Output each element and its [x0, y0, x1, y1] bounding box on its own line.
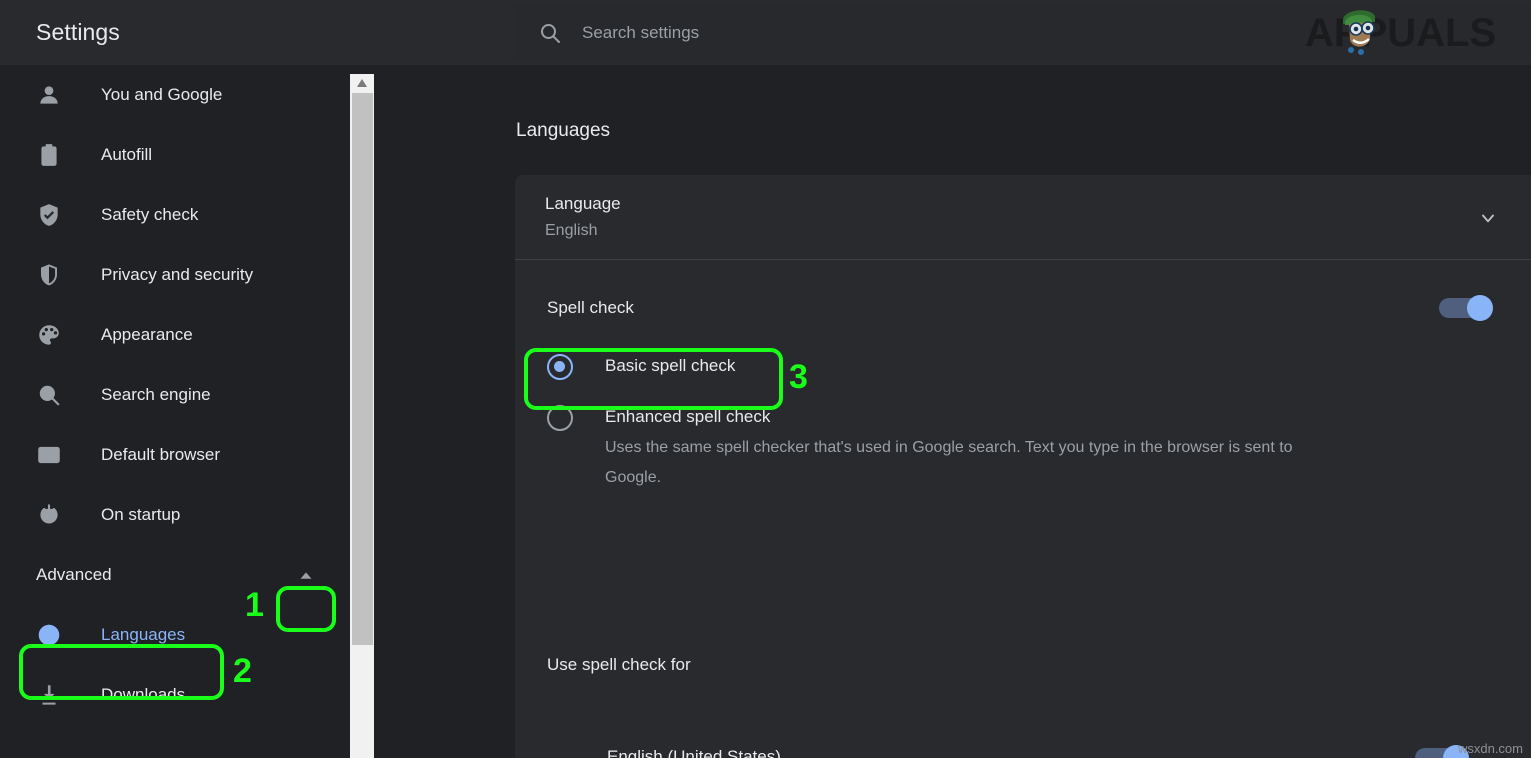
footer-watermark: wsxdn.com	[1458, 741, 1523, 756]
enhanced-spell-check-option[interactable]: Enhanced spell check Uses the same spell…	[515, 404, 1531, 493]
shield-half-icon	[36, 262, 62, 288]
spell-check-toggle[interactable]	[1439, 295, 1495, 321]
search-bar[interactable]	[514, 4, 1531, 61]
advanced-label: Advanced	[36, 565, 112, 585]
sidebar-item-label: You and Google	[101, 85, 222, 105]
toggle-knob	[1467, 295, 1493, 321]
basic-spell-check-option[interactable]: Basic spell check	[515, 353, 1531, 380]
languages-heading: Languages	[516, 120, 610, 142]
sidebar-item-label: Autofill	[101, 145, 152, 165]
chevron-up-icon	[295, 565, 317, 587]
use-spell-check-for-label: Use spell check for	[547, 655, 691, 675]
magnifier-icon	[36, 382, 62, 408]
shield-check-icon	[36, 202, 62, 228]
sidebar-item-you-and-google[interactable]: You and Google	[0, 65, 348, 125]
person-icon	[36, 82, 62, 108]
clipboard-icon	[36, 142, 62, 168]
sidebar-item-label: Languages	[101, 625, 185, 645]
sidebar-item-label: Appearance	[101, 325, 193, 345]
advanced-collapse-chevron[interactable]	[276, 561, 336, 591]
enhanced-spell-check-text: Enhanced spell check Uses the same spell…	[605, 404, 1295, 493]
language-row-value: English	[545, 222, 621, 240]
spell-check-label: Spell check	[547, 298, 634, 318]
top-bar-left: Settings	[0, 0, 514, 65]
sidebar-item-search-engine[interactable]: Search engine	[0, 365, 348, 425]
sidebar-item-default-browser[interactable]: Default browser	[0, 425, 348, 485]
spell-language-label: English (United States)	[607, 747, 781, 758]
basic-spell-check-text: Basic spell check	[605, 353, 735, 379]
browser-window-icon	[36, 442, 62, 468]
triangle-up-icon	[356, 78, 368, 88]
search-input[interactable]	[582, 23, 1182, 43]
sidebar-item-appearance[interactable]: Appearance	[0, 305, 348, 365]
sidebar-item-label: Default browser	[101, 445, 220, 465]
sidebar-item-label: Search engine	[101, 385, 211, 405]
sidebar-scrollbar[interactable]	[350, 74, 374, 758]
page-title: Settings	[36, 19, 120, 46]
scrollbar-thumb[interactable]	[352, 93, 373, 645]
language-row-title: Language	[545, 194, 621, 214]
spell-check-header: Spell check	[515, 278, 1531, 338]
sidebar-item-label: Downloads	[101, 685, 185, 705]
globe-icon	[36, 622, 62, 648]
basic-spell-check-radio[interactable]	[547, 354, 573, 380]
language-expand-chevron[interactable]	[1477, 207, 1499, 229]
sidebar-item-downloads[interactable]: Downloads	[0, 665, 348, 725]
settings-card: Language English Spell check Bas	[515, 175, 1531, 758]
sidebar-item-autofill[interactable]: Autofill	[0, 125, 348, 185]
scrollbar-up-button[interactable]	[350, 74, 374, 92]
sidebar-item-label: Privacy and security	[101, 265, 253, 285]
sidebar-item-privacy-and-security[interactable]: Privacy and security	[0, 245, 348, 305]
spell-language-row-en-us: English (United States)	[607, 721, 1507, 758]
sidebar-item-label: Safety check	[101, 205, 198, 225]
search-icon	[538, 21, 562, 45]
power-icon	[36, 502, 62, 528]
sidebar-item-label: On startup	[101, 505, 180, 525]
advanced-section-header[interactable]: Advanced	[0, 545, 348, 605]
option-label: Enhanced spell check	[605, 404, 1295, 430]
language-row[interactable]: Language English	[515, 175, 1531, 260]
option-label: Basic spell check	[605, 353, 735, 379]
content-left-gutter	[374, 65, 515, 758]
main-content: Languages Language English Spell check	[515, 65, 1531, 758]
download-icon	[36, 682, 62, 708]
sidebar: You and Google Autofill Safety check Pri…	[0, 65, 348, 758]
sidebar-item-on-startup[interactable]: On startup	[0, 485, 348, 545]
palette-icon	[36, 322, 62, 348]
sidebar-item-languages[interactable]: Languages	[0, 605, 348, 665]
option-description: Uses the same spell checker that's used …	[605, 433, 1295, 493]
enhanced-spell-check-radio[interactable]	[547, 405, 573, 431]
chevron-down-icon	[1478, 208, 1498, 228]
sidebar-item-safety-check[interactable]: Safety check	[0, 185, 348, 245]
settings-window: Settings APPUALS	[0, 0, 1531, 758]
